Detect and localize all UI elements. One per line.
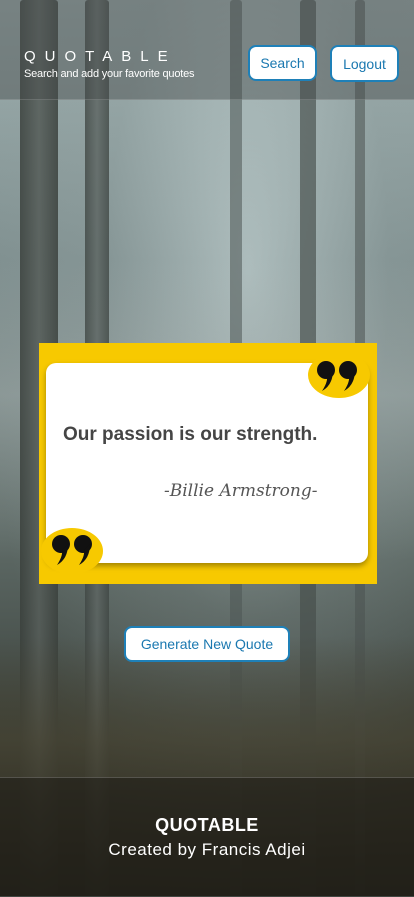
quote-author: -Billie Armstrong- — [164, 481, 318, 501]
quote-close-icon — [308, 352, 370, 398]
quote-open-icon — [41, 528, 103, 574]
footer-title: QUOTABLE — [155, 815, 259, 835]
quote-text: Our passion is our strength. — [63, 424, 318, 445]
logout-button[interactable]: Logout — [330, 45, 399, 82]
footer-credit: Created by Francis Adjei — [108, 840, 306, 859]
app-header: QUOTABLE Search and add your favorite qu… — [0, 0, 414, 100]
search-button[interactable]: Search — [248, 45, 317, 81]
brand-title: QUOTABLE — [24, 48, 177, 65]
quote-card: Our passion is our strength. -Billie Arm… — [41, 352, 370, 574]
generate-quote-button[interactable]: Generate New Quote — [124, 626, 290, 662]
brand-tagline: Search and add your favorite quotes — [24, 68, 195, 80]
quote-frame: Our passion is our strength. -Billie Arm… — [39, 343, 377, 584]
app-footer: QUOTABLE Created by Francis Adjei — [0, 777, 414, 897]
